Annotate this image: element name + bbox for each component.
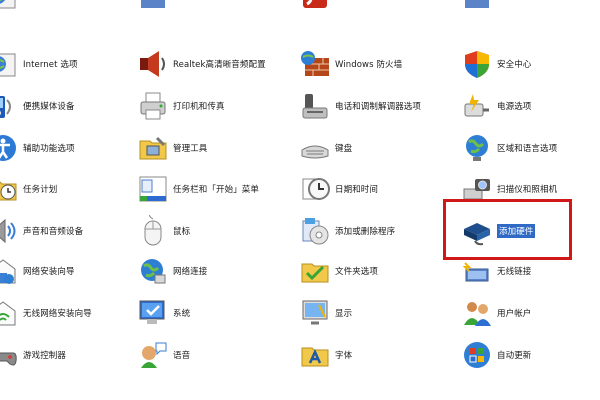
control-panel-item[interactable]: 任务计划: [0, 171, 57, 207]
control-panel-item[interactable]: Windows 防火墙: [298, 46, 402, 82]
control-panel-item-cut[interactable]: [460, 0, 494, 14]
display-icon: [298, 296, 332, 330]
control-panel-item[interactable]: 打印机和传真: [136, 88, 225, 124]
control-panel-item-label: 网络连接: [173, 267, 208, 277]
control-panel-item[interactable]: 辅助功能选项: [0, 130, 75, 166]
phone-modem-icon: [298, 89, 332, 123]
control-panel-item-label: 语音: [173, 351, 191, 361]
firewall-icon: [298, 47, 332, 81]
network-setup-icon: [0, 254, 20, 288]
control-panel-item-label: 字体: [335, 351, 353, 361]
wireless-network-icon: [0, 296, 20, 330]
control-panel-item-label: 系统: [173, 309, 191, 319]
fonts-icon: [298, 338, 332, 372]
control-panel-item[interactable]: 鼠标: [136, 213, 190, 249]
control-panel-item[interactable]: 添加或删除程序: [298, 213, 395, 249]
control-panel-item[interactable]: 安全中心: [460, 46, 531, 82]
power-icon: [460, 89, 494, 123]
keyboard-icon: [298, 131, 332, 165]
control-panel-item-label: Realtek高清晰音频配置: [173, 60, 266, 70]
control-panel-item-label: 任务栏和「开始」菜单: [173, 185, 260, 195]
control-panel-item-cut[interactable]: [0, 0, 20, 14]
speech-icon: [136, 338, 170, 372]
control-panel-item-label: 用户帐户: [497, 309, 532, 319]
control-panel-item-label: Internet 选项: [23, 60, 78, 70]
control-panel-item[interactable]: 显示: [298, 295, 352, 331]
control-panel-item[interactable]: 日期和时间: [298, 171, 378, 207]
control-panel-item[interactable]: 系统: [136, 295, 190, 331]
control-panel-item[interactable]: 用户帐户: [460, 295, 531, 331]
control-panel-item-label: 扫描仪和照相机: [497, 185, 558, 195]
control-panel-item-label: 辅助功能选项: [23, 144, 75, 154]
user-accounts-icon: [460, 296, 494, 330]
control-panel-item[interactable]: 字体: [298, 337, 352, 373]
control-panel-item-label: 添加或删除程序: [335, 227, 396, 237]
control-panel-item-label: 自动更新: [497, 351, 532, 361]
control-panel-item[interactable]: 自动更新: [460, 337, 531, 373]
control-panel-item-label: 文件夹选项: [335, 267, 379, 277]
control-panel-item-label: 安全中心: [497, 60, 532, 70]
control-panel-item-label: 区域和语言选项: [497, 144, 558, 154]
control-panel-item-label: Windows 防火墙: [335, 60, 403, 70]
network-connections-icon: [136, 254, 170, 288]
control-panel-item-label: 任务计划: [23, 185, 58, 195]
red-highlight-box: [443, 199, 572, 260]
control-panel-item[interactable]: 电话和调制解调器选项: [298, 88, 421, 124]
sound-icon: [0, 214, 20, 248]
mouse-icon: [136, 214, 170, 248]
internet-options-icon: [0, 47, 20, 81]
control-panel-item[interactable]: Internet 选项: [0, 46, 78, 82]
control-panel-item[interactable]: 网络连接: [136, 253, 207, 289]
control-panel-item-label: 声音和音频设备: [23, 227, 84, 237]
control-panel-item-label: 电话和调制解调器选项: [335, 102, 422, 112]
flash-icon: [298, 0, 332, 13]
control-panel-item[interactable]: 网络安装向导: [0, 253, 75, 289]
control-panel-item-label: 打印机和传真: [173, 102, 225, 112]
control-panel-item[interactable]: 电源选项: [460, 88, 531, 124]
control-panel-item-label: 无线网络安装向导: [23, 309, 92, 319]
control-panel-item[interactable]: 声音和音频设备: [0, 213, 83, 249]
control-panel-item-cut[interactable]: [298, 0, 332, 14]
control-panel-item[interactable]: 键盘: [298, 130, 352, 166]
control-panel-item[interactable]: 管理工具: [136, 130, 207, 166]
folder-options-icon: [298, 254, 332, 288]
internet-options-icon: [0, 0, 20, 13]
control-panel-item-label: 电源选项: [497, 102, 532, 112]
control-panel-item-label: 管理工具: [173, 144, 208, 154]
control-panel-item[interactable]: Realtek高清晰音频配置: [136, 46, 266, 82]
add-remove-programs-icon: [298, 214, 332, 248]
control-panel-item[interactable]: 无线网络安装向导: [0, 295, 92, 331]
control-panel-item-label: 无线链接: [497, 267, 532, 277]
control-panel-item-label: 键盘: [335, 144, 353, 154]
control-panel-item-label: 鼠标: [173, 227, 191, 237]
control-panel-item-cut[interactable]: [136, 0, 170, 14]
system-icon: [136, 296, 170, 330]
control-panel-item[interactable]: 文件夹选项: [298, 253, 378, 289]
control-panel-item[interactable]: 区域和语言选项: [460, 130, 557, 166]
globe-icon: [460, 131, 494, 165]
control-panel-item[interactable]: 任务栏和「开始」菜单: [136, 171, 259, 207]
admin-tools-icon: [136, 131, 170, 165]
control-panel-item-label: 显示: [335, 309, 353, 319]
game-controller-icon: [0, 338, 20, 372]
control-panel-item-label: 日期和时间: [335, 185, 379, 195]
printer-icon: [136, 89, 170, 123]
control-panel-item[interactable]: 语音: [136, 337, 190, 373]
accessibility-icon: [0, 131, 20, 165]
unknown-icon: [460, 0, 494, 13]
taskbar-icon: [136, 172, 170, 206]
control-panel-item[interactable]: 游戏控制器: [0, 337, 66, 373]
control-panel-item-label: 游戏控制器: [23, 351, 67, 361]
control-panel-item-label: 便携媒体设备: [23, 102, 75, 112]
unknown-icon: [136, 0, 170, 13]
control-panel-item[interactable]: 便携媒体设备: [0, 88, 75, 124]
control-panel-item-label: 网络安装向导: [23, 267, 75, 277]
clock-icon: [298, 172, 332, 206]
speaker-icon: [136, 47, 170, 81]
scheduled-tasks-icon: [0, 172, 20, 206]
shield-icon: [460, 47, 494, 81]
windows-update-icon: [460, 338, 494, 372]
portable-media-icon: [0, 89, 20, 123]
